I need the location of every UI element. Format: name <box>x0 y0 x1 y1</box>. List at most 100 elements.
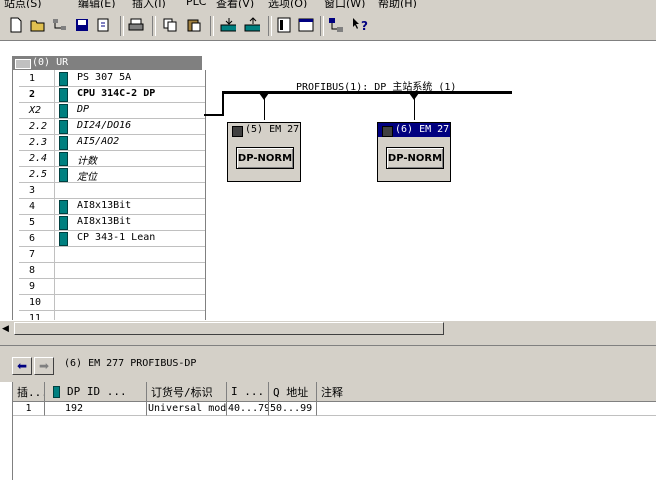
dp-slave-5[interactable]: (5) EM 27 DP-NORM <box>227 122 301 182</box>
scroll-left-icon[interactable]: ◀ <box>2 324 9 334</box>
rack-slot-number: 7 <box>19 246 55 262</box>
toolbar: ? <box>0 8 656 41</box>
cell-order-number[interactable]: Universal module <box>147 402 227 416</box>
copy-icon[interactable] <box>162 17 178 33</box>
netpro-icon[interactable] <box>328 17 344 33</box>
profibus-link <box>204 114 224 116</box>
module-icon <box>59 152 68 166</box>
rack-row[interactable]: 4 AI8x13Bit <box>19 198 205 215</box>
save-icon[interactable] <box>74 17 90 33</box>
menu-edit[interactable]: 编辑(E) <box>78 0 116 8</box>
rack-slot-number: X2 <box>19 102 55 118</box>
open-icon[interactable] <box>30 17 46 33</box>
rack-slot-number: 2 <box>19 86 55 102</box>
slave-icon <box>232 126 243 137</box>
view-icon[interactable] <box>298 17 314 33</box>
dp-norm-button[interactable]: DP-NORM <box>386 147 444 169</box>
rack-slot-number: 5 <box>19 214 55 230</box>
menu-window[interactable]: 窗口(W) <box>324 0 365 8</box>
menu-plc[interactable]: PLC <box>186 0 206 8</box>
rack-slot-number: 2.5 <box>19 166 55 182</box>
rack-row[interactable]: 6 CP 343-1 Lean <box>19 230 205 247</box>
rack-row[interactable]: 8 <box>19 262 205 279</box>
rack-row[interactable]: 3 <box>19 182 205 199</box>
profibus-drop <box>222 91 224 115</box>
rack-row[interactable]: 9 <box>19 278 205 295</box>
rack-row[interactable]: 10 <box>19 294 205 311</box>
cell-dp-id[interactable]: 192 <box>45 402 147 416</box>
module-icon <box>59 232 68 246</box>
menu-options[interactable]: 选项(O) <box>268 0 307 8</box>
menu-station[interactable]: 站点(S) <box>4 0 42 8</box>
forward-arrow-icon[interactable]: ➡ <box>34 357 54 375</box>
rack-slot-number: 2.3 <box>19 134 55 150</box>
rack-slot-number: 6 <box>19 230 55 246</box>
new-icon[interactable] <box>8 17 24 33</box>
rack-module-name: DI24/DO16 <box>77 120 132 131</box>
paste-icon[interactable] <box>186 17 202 33</box>
rack-title: (0) UR <box>32 57 69 68</box>
scrollbar-thumb[interactable] <box>14 322 444 335</box>
col-q-address[interactable]: Q 地址 <box>269 382 317 402</box>
rack-row[interactable]: X2 DP <box>19 102 205 119</box>
module-icon <box>59 120 68 134</box>
table-header: 插... DP ID ... 订货号/标识 I ... Q 地址 注释 <box>13 382 656 402</box>
rack-row[interactable]: 2.5 定位 <box>19 166 205 183</box>
bus-tap-line <box>414 96 415 120</box>
dp-slave-6[interactable]: (6) EM 27 DP-NORM <box>377 122 451 182</box>
upload-icon[interactable] <box>244 17 260 33</box>
cell-comment[interactable] <box>317 402 656 416</box>
rack-module-name: 计数 <box>77 156 97 167</box>
col-comment[interactable]: 注释 <box>317 382 656 402</box>
detail-header: ⬅ ➡ (6) EM 277 PROFIBUS-DP <box>0 346 656 382</box>
table-row[interactable]: 1 192 Universal module 40...79 50...99 <box>13 402 656 416</box>
rack-module-name: CP 343-1 Lean <box>77 232 156 243</box>
rack-slot-number: 8 <box>19 262 55 278</box>
dp-slave-title: (5) EM 27 <box>228 123 300 137</box>
download-icon[interactable] <box>220 17 236 33</box>
help-icon[interactable]: ? <box>352 17 368 33</box>
back-arrow-icon[interactable]: ⬅ <box>12 357 32 375</box>
rack-row[interactable]: 2.2 DI24/DO16 <box>19 118 205 135</box>
col-order-number[interactable]: 订货号/标识 <box>147 382 227 402</box>
cell-slot[interactable]: 1 <box>13 402 45 416</box>
catalog-icon[interactable] <box>276 17 292 33</box>
dp-slave-label: (6) EM 27 <box>395 124 450 135</box>
menu-help[interactable]: 帮助(H) <box>378 0 417 8</box>
svg-text:?: ? <box>361 19 368 33</box>
rack-module-name: PS 307 5A <box>77 72 132 83</box>
compile-icon[interactable] <box>96 17 112 33</box>
cell-i-address[interactable]: 40...79 <box>227 402 269 416</box>
col-dp-id[interactable]: DP ID ... <box>45 382 147 402</box>
cell-q-address[interactable]: 50...99 <box>269 402 317 416</box>
horizontal-scrollbar[interactable]: ◀ <box>0 320 656 337</box>
rack-icon <box>15 59 31 69</box>
menu-insert[interactable]: 插入(I) <box>132 0 166 8</box>
rack-slot-number: 10 <box>19 294 55 310</box>
slot-detail-table: 插... DP ID ... 订货号/标识 I ... Q 地址 注释 1 19… <box>12 382 656 480</box>
print-icon[interactable] <box>128 17 144 33</box>
rack-title-bar[interactable]: (0) UR <box>12 56 202 70</box>
rack-row[interactable]: 7 <box>19 246 205 263</box>
rack-module-name: AI8x13Bit <box>77 216 132 227</box>
rack-slot-number: 2.2 <box>19 118 55 134</box>
detail-title: (6) EM 277 PROFIBUS-DP <box>64 358 197 369</box>
module-icon <box>59 136 68 150</box>
rack-row[interactable]: 2.3 AI5/AO2 <box>19 134 205 151</box>
rack-module-name: CPU 314C-2 DP <box>77 88 156 99</box>
module-icon <box>53 386 60 398</box>
rack-row[interactable]: 2 CPU 314C-2 DP <box>19 86 205 103</box>
dp-slave-title: (6) EM 27 <box>378 123 450 137</box>
menu-view[interactable]: 查看(V) <box>216 0 254 8</box>
network-icon[interactable] <box>52 17 68 33</box>
pane-splitter[interactable] <box>0 337 656 346</box>
rack-row[interactable]: 2.4 计数 <box>19 150 205 167</box>
menu-bar: 站点(S) 编辑(E) 插入(I) PLC 查看(V) 选项(O) 窗口(W) … <box>0 0 656 8</box>
module-icon <box>59 168 68 182</box>
dp-norm-button[interactable]: DP-NORM <box>236 147 294 169</box>
col-slot[interactable]: 插... <box>13 382 45 402</box>
rack-row[interactable]: 1 PS 307 5A <box>19 70 205 87</box>
rack-row[interactable]: 5 AI8x13Bit <box>19 214 205 231</box>
col-i-address[interactable]: I ... <box>227 382 269 402</box>
slave-icon <box>382 126 393 137</box>
